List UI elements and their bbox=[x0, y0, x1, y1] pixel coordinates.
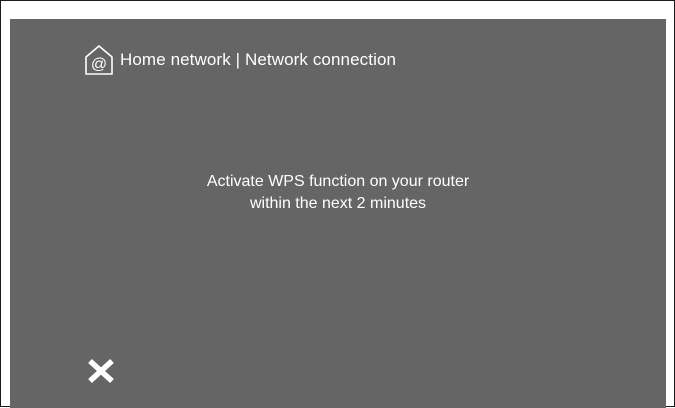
instruction-line-2: within the next 2 minutes bbox=[249, 195, 427, 212]
close-x-icon bbox=[88, 358, 114, 384]
page-title: Home network | Network connection bbox=[120, 50, 397, 69]
instruction-message: Activate WPS function on your router wit… bbox=[10, 171, 666, 215]
display-screen: @ Home network | Network connection Acti… bbox=[10, 19, 666, 408]
home-network-icon: @ bbox=[84, 44, 114, 76]
header: @ Home network | Network connection bbox=[84, 44, 396, 76]
instruction-line-1: Activate WPS function on your router bbox=[206, 173, 470, 190]
device-frame: @ Home network | Network connection Acti… bbox=[0, 0, 675, 408]
svg-text:@: @ bbox=[91, 56, 107, 73]
close-button[interactable] bbox=[86, 355, 116, 385]
